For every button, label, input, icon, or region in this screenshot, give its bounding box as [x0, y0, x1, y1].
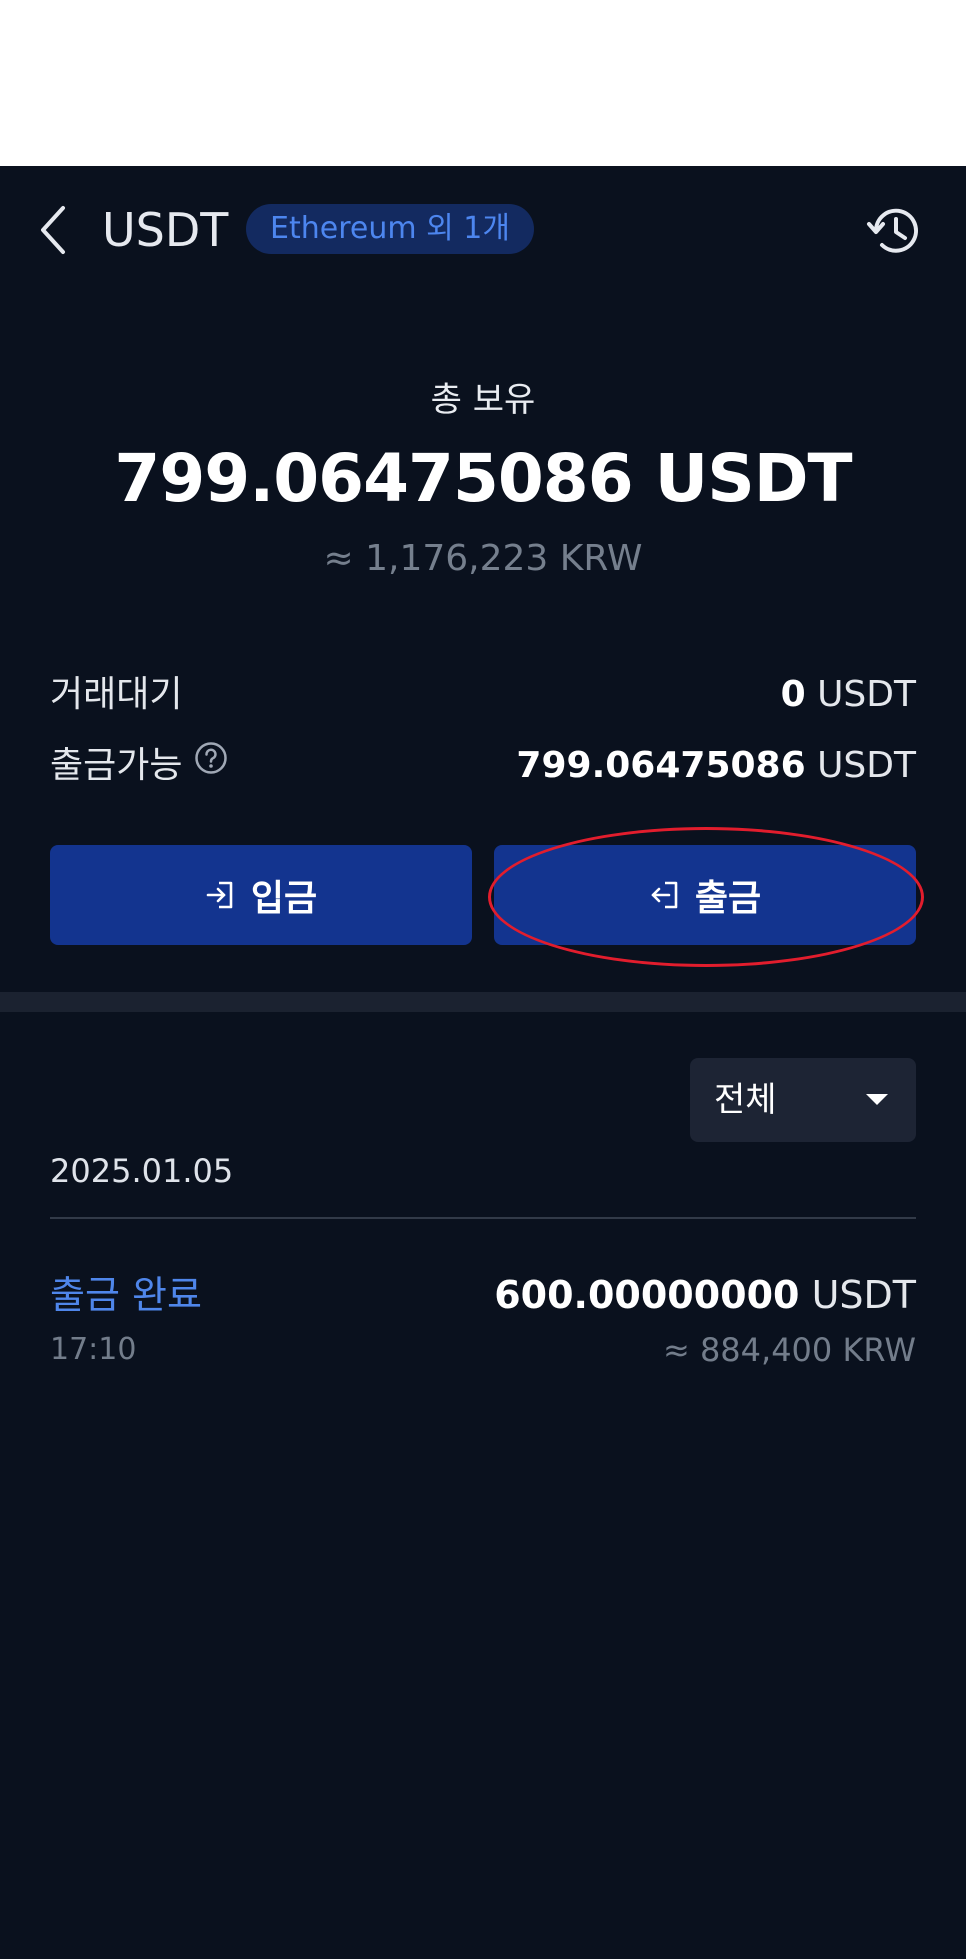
history-clock-icon: [867, 208, 918, 253]
total-holdings-label: 총 보유: [430, 380, 536, 420]
available-label: 출금가능: [50, 741, 228, 791]
available-row: 출금가능 799.06475086 USDT: [50, 741, 916, 791]
history-date: 2025.01.05: [50, 1152, 234, 1190]
deposit-label: 입금: [250, 878, 318, 919]
network-badge[interactable]: Ethereum 외 1개: [246, 204, 534, 254]
pending-label: 거래대기: [50, 674, 183, 715]
filter-selected: 전체: [714, 1080, 777, 1120]
withdraw-button[interactable]: 출금: [494, 845, 916, 945]
login-arrow-icon: [206, 881, 233, 909]
back-button[interactable]: [28, 204, 80, 256]
transaction-krw: ≈ 884,400 KRW: [662, 1331, 916, 1369]
caret-down-icon: [866, 1094, 888, 1105]
header: USDT Ethereum 외 1개: [0, 166, 966, 294]
transaction-amount: 600.00000000 USDT: [494, 1273, 916, 1317]
history-button[interactable]: [866, 202, 924, 260]
withdraw-label: 출금: [694, 878, 762, 919]
deposit-button[interactable]: 입금: [50, 845, 472, 945]
transaction-time: 17:10: [50, 1332, 137, 1367]
total-holdings-amount: 799.06475086 USDT: [114, 440, 852, 517]
date-divider: [50, 1217, 916, 1219]
pending-value: 0 USDT: [780, 674, 916, 715]
asset-detail-screen: USDT Ethereum 외 1개 총 보유 799.06475086 USD…: [0, 166, 966, 1959]
available-value: 799.06475086 USDT: [516, 745, 916, 786]
section-divider: [0, 992, 966, 1012]
page-title: USDT: [102, 203, 229, 257]
total-holdings-krw: ≈ 1,176,223 KRW: [323, 538, 643, 579]
logout-arrow-icon: [651, 881, 678, 909]
pending-row: 거래대기 0 USDT: [50, 670, 916, 720]
transaction-row[interactable]: 출금 완료 17:10 600.00000000 USDT ≈ 884,400 …: [50, 1270, 916, 1380]
chevron-left-icon: [41, 206, 65, 254]
question-circle-icon[interactable]: [194, 739, 228, 789]
filter-dropdown[interactable]: 전체: [690, 1058, 916, 1142]
transaction-status: 출금 완료: [50, 1273, 202, 1317]
status-area: [0, 0, 966, 166]
